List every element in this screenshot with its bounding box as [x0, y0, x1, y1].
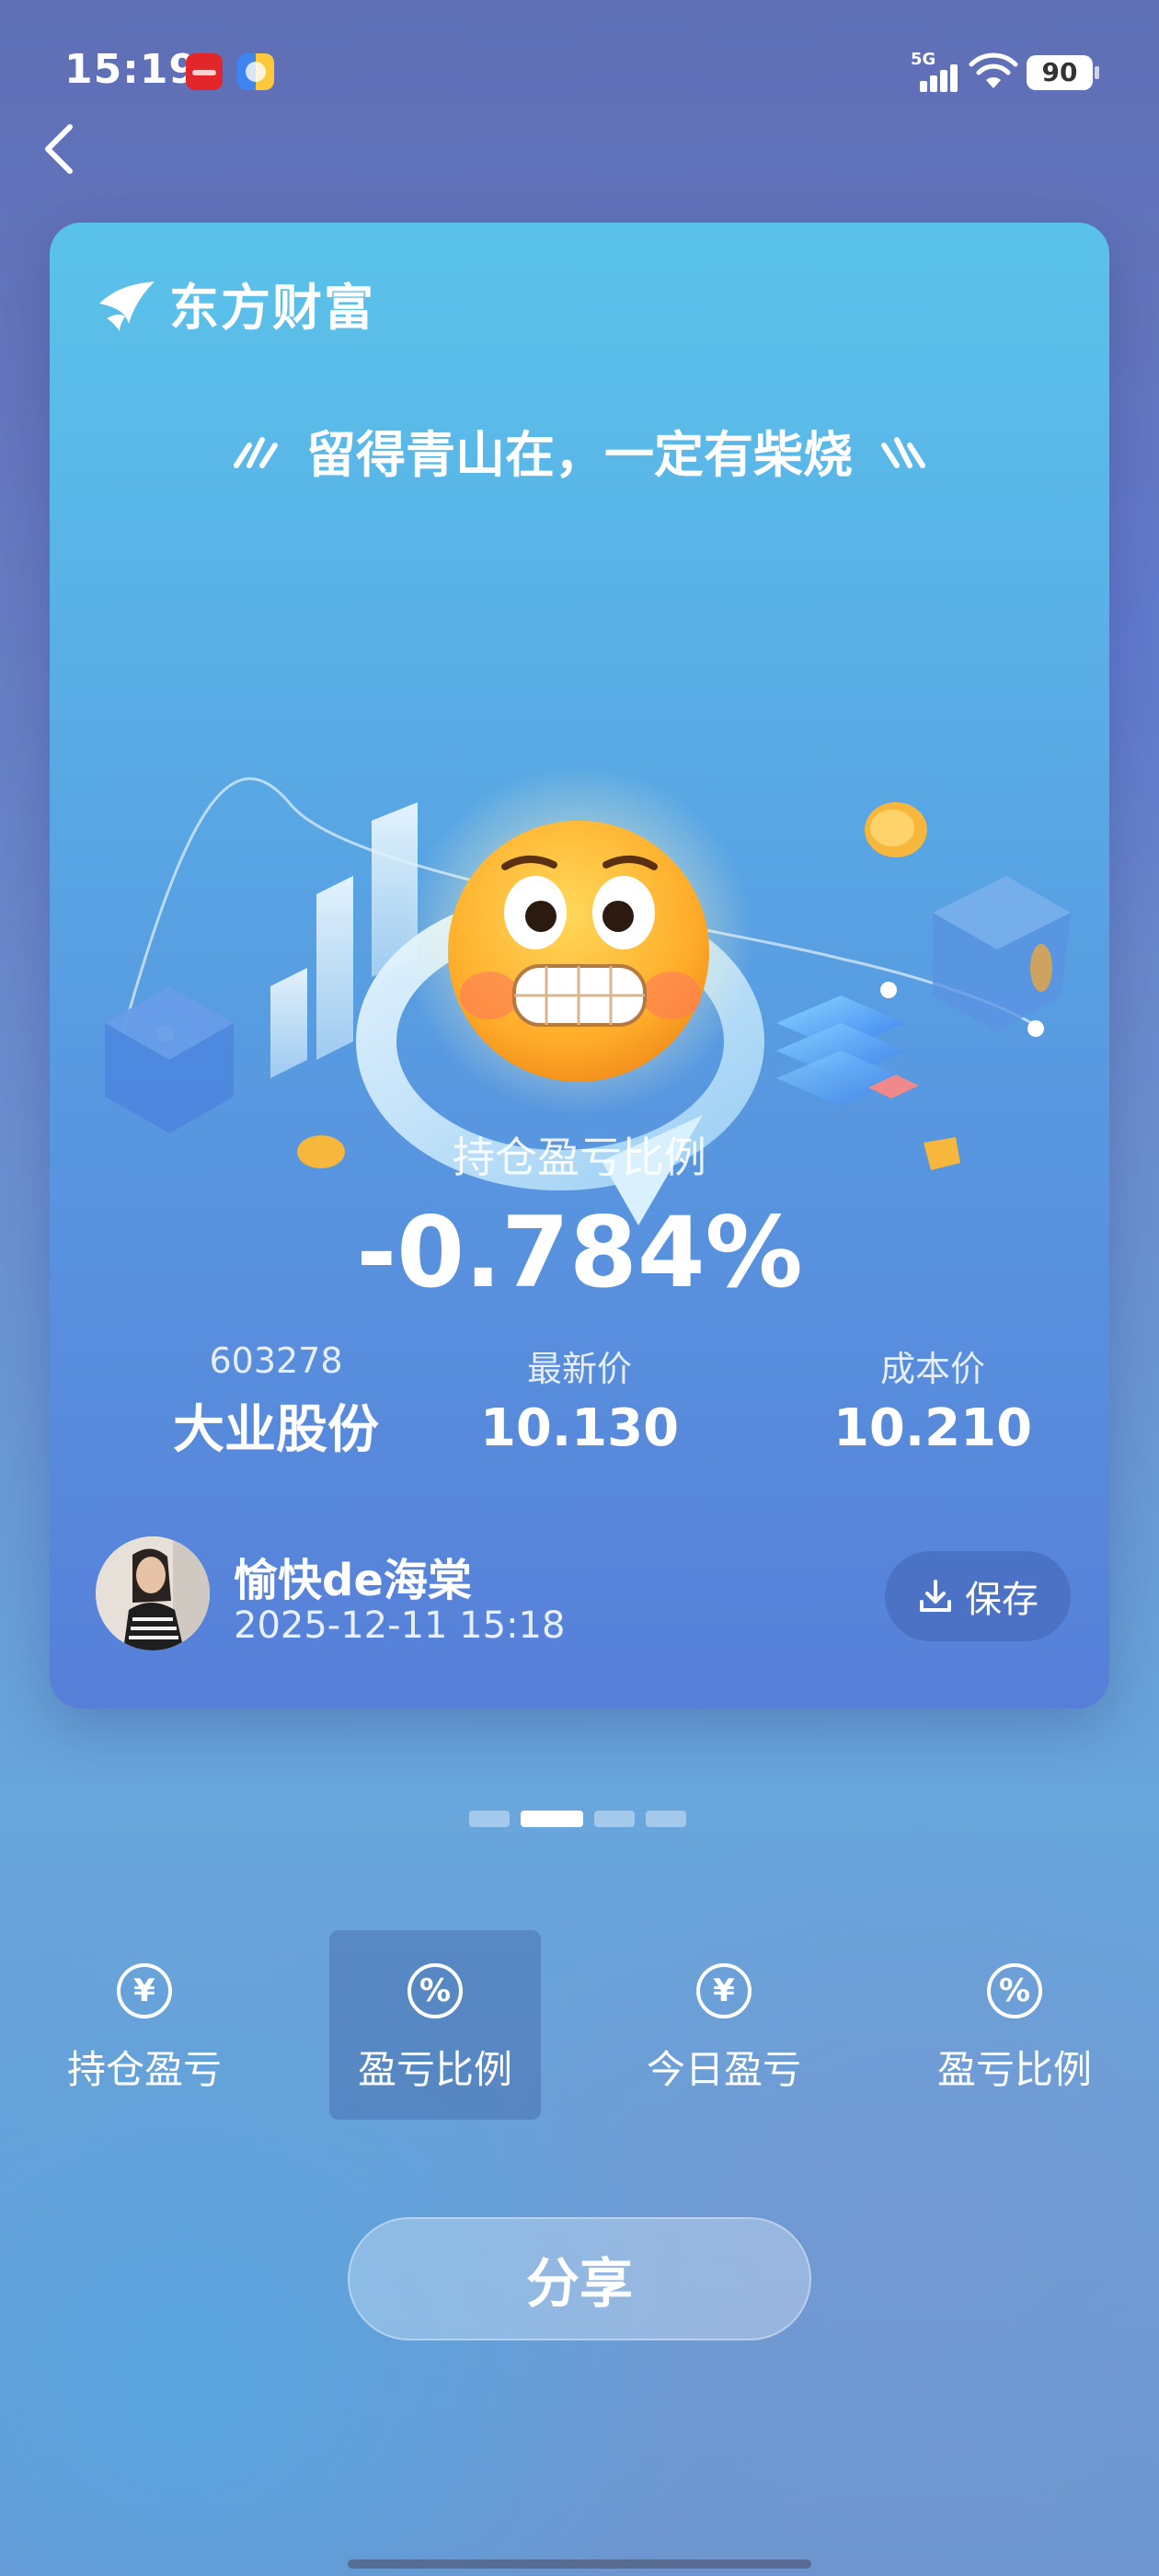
save-button-label: 保存 [965, 1579, 1039, 1621]
home-indicator[interactable] [348, 2559, 811, 2569]
pager-dot[interactable] [646, 1811, 686, 1827]
pager-dot-active[interactable] [521, 1811, 583, 1827]
ratio-label: 持仓盈亏比例 [453, 1133, 706, 1182]
eastmoney-logo-icon [99, 282, 155, 331]
share-button[interactable]: 分享 [348, 2217, 811, 2340]
cost-price-label: 成本价 [879, 1349, 985, 1389]
slogan-row: 留得青山在，一定有柴烧 [50, 414, 1109, 487]
left-slash-decoration-icon [234, 436, 278, 468]
percent-circle-icon: % [407, 1963, 463, 2018]
stock-code: 603278 [209, 1340, 343, 1381]
yen-circle-icon: ¥ [117, 1963, 172, 2018]
latest-price: 最新价 10.130 [414, 1340, 745, 1458]
cost-price-value: 10.210 [832, 1398, 1033, 1458]
network-type: 5G [911, 50, 936, 69]
wifi-icon [969, 52, 1018, 88]
latest-price-value: 10.130 [479, 1398, 680, 1458]
share-card: 东方财富 留得青山在，一定有柴烧 持仓盈亏比例 -0.784% 603278 大… [50, 223, 1109, 1708]
share-timestamp: 2025-12-11 15:18 [234, 1604, 566, 1647]
app-notification-icon [237, 53, 274, 90]
tab-pnl-ratio[interactable]: % 盈亏比例 [329, 1930, 541, 2120]
tab-today-pnl[interactable]: ¥ 今日盈亏 [618, 1930, 830, 2120]
status-bar: 15:19 5G 90 [0, 0, 1159, 138]
user-name: 愉快de海棠 [234, 1555, 472, 1606]
yen-circle-icon: ¥ [696, 1963, 752, 2018]
latest-price-label: 最新价 [526, 1349, 632, 1389]
carousel-pager [0, 1811, 1159, 1829]
cellular-signal-icon: 5G [911, 50, 958, 92]
tab-label: 今日盈亏 [646, 2047, 801, 2092]
tab-today-pnl-ratio[interactable]: % 盈亏比例 [909, 1930, 1120, 2120]
tab-label: 持仓盈亏 [66, 2047, 222, 2092]
user-info: 愉快de海棠 2025-12-11 15:18 保存 [96, 1529, 1071, 1658]
percent-circle-icon: % [987, 1963, 1042, 2018]
tab-label: 盈亏比例 [936, 2047, 1092, 2092]
back-button[interactable] [37, 120, 88, 178]
template-tabs: ¥ 持仓盈亏 % 盈亏比例 ¥ 今日盈亏 % 盈亏比例 [0, 1930, 1159, 2120]
battery-icon: 90 [1027, 55, 1099, 90]
tab-position-pnl[interactable]: ¥ 持仓盈亏 [39, 1930, 250, 2120]
tab-label: 盈亏比例 [357, 2047, 512, 2092]
brand-logo: 东方财富 [94, 270, 375, 337]
stock-name: 大业股份 [173, 1400, 379, 1460]
brand-name: 东方财富 [169, 277, 375, 337]
stock-app-notification-icon [186, 53, 223, 90]
slogan: 留得青山在，一定有柴烧 [306, 426, 853, 484]
save-button[interactable]: 保存 [885, 1551, 1071, 1641]
pager-dot[interactable] [594, 1811, 635, 1827]
pager-dot[interactable] [469, 1811, 510, 1827]
right-slash-decoration-icon [881, 436, 925, 468]
stock-stats: 603278 大业股份 最新价 10.130 成本价 10.210 [50, 1340, 1109, 1469]
stock-info: 603278 大业股份 [110, 1340, 442, 1463]
ratio-value: -0.784% [356, 1196, 803, 1309]
status-time: 15:19 [64, 46, 199, 93]
avatar [96, 1536, 210, 1650]
download-icon [920, 1580, 951, 1612]
cost-price: 成本价 10.210 [767, 1340, 1098, 1458]
